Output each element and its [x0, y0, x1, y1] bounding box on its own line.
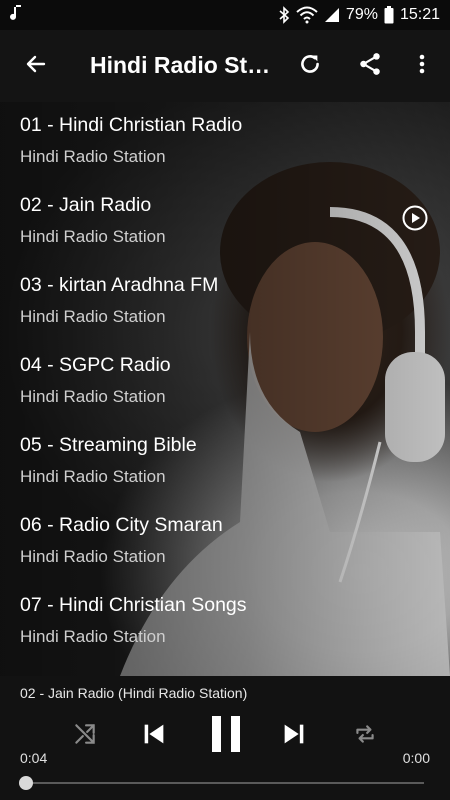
now-playing-indicator-icon — [402, 205, 428, 231]
station-title: 05 - Streaming Bible — [20, 434, 197, 456]
next-button[interactable] — [274, 716, 314, 756]
station-title: 03 - kirtan Aradhna FM — [20, 274, 219, 296]
share-icon — [357, 51, 383, 82]
now-playing-text: 02 - Jain Radio (Hindi Radio Station) — [20, 685, 248, 701]
list-item[interactable]: 03 - kirtan Aradhna FM Hindi Radio Stati… — [0, 262, 450, 342]
battery-icon — [384, 6, 394, 24]
previous-button[interactable] — [134, 716, 174, 756]
station-subtitle: Hindi Radio Station — [20, 227, 166, 246]
music-note-icon — [10, 4, 24, 27]
player-bar: 02 - Jain Radio (Hindi Radio Station) 0:… — [0, 676, 450, 800]
pause-button[interactable] — [205, 714, 247, 759]
remaining-time: 0:00 — [402, 750, 430, 766]
station-subtitle: Hindi Radio Station — [20, 307, 166, 326]
seek-thumb[interactable] — [19, 776, 33, 790]
wifi-icon — [296, 6, 318, 24]
station-subtitle: Hindi Radio Station — [20, 147, 166, 166]
shuffle-button[interactable] — [65, 716, 105, 756]
station-subtitle: Hindi Radio Station — [20, 387, 166, 406]
station-list: 01 - Hindi Christian Radio Hindi Radio S… — [0, 102, 450, 662]
list-item[interactable]: 04 - SGPC Radio Hindi Radio Station — [0, 342, 450, 422]
repeat-button[interactable] — [345, 716, 385, 756]
pause-icon — [209, 714, 243, 759]
station-subtitle: Hindi Radio Station — [20, 467, 166, 486]
repeat-icon — [352, 721, 378, 752]
station-title: 01 - Hindi Christian Radio — [20, 114, 243, 136]
signal-icon — [324, 7, 340, 23]
skip-previous-icon — [140, 720, 168, 753]
list-item[interactable]: 06 - Radio City Smaran Hindi Radio Stati… — [0, 502, 450, 582]
bluetooth-icon — [278, 6, 290, 24]
arrow-back-icon — [24, 52, 48, 81]
page-title: Hindi Radio Stations — [90, 52, 276, 78]
app-toolbar: Hindi Radio Stations — [0, 30, 450, 102]
status-bar: 79% 15:21 — [0, 0, 450, 30]
more-options-button[interactable] — [398, 38, 446, 94]
list-item[interactable]: 05 - Streaming Bible Hindi Radio Station — [0, 422, 450, 502]
seek-bar[interactable] — [26, 782, 424, 784]
refresh-button[interactable] — [282, 38, 338, 94]
skip-next-icon — [280, 720, 308, 753]
share-button[interactable] — [342, 38, 398, 94]
shuffle-icon — [72, 721, 98, 752]
station-title: 02 - Jain Radio — [20, 194, 152, 216]
clock: 15:21 — [399, 6, 440, 23]
station-list-area: 01 - Hindi Christian Radio Hindi Radio S… — [0, 102, 450, 676]
list-item[interactable]: 07 - Hindi Christian Songs Hindi Radio S… — [0, 582, 450, 662]
station-title: 07 - Hindi Christian Songs — [20, 594, 247, 616]
more-vert-icon — [418, 52, 426, 81]
battery-percent: 79% — [345, 6, 378, 23]
station-subtitle: Hindi Radio Station — [20, 627, 166, 646]
list-item[interactable]: 02 - Jain Radio Hindi Radio Station — [0, 182, 450, 262]
list-item[interactable]: 01 - Hindi Christian Radio Hindi Radio S… — [0, 102, 450, 182]
elapsed-time: 0:04 — [20, 750, 48, 766]
station-title: 06 - Radio City Smaran — [20, 514, 223, 536]
station-title: 04 - SGPC Radio — [20, 354, 171, 376]
refresh-icon — [297, 51, 323, 82]
back-button[interactable] — [8, 38, 64, 94]
station-subtitle: Hindi Radio Station — [20, 547, 166, 566]
